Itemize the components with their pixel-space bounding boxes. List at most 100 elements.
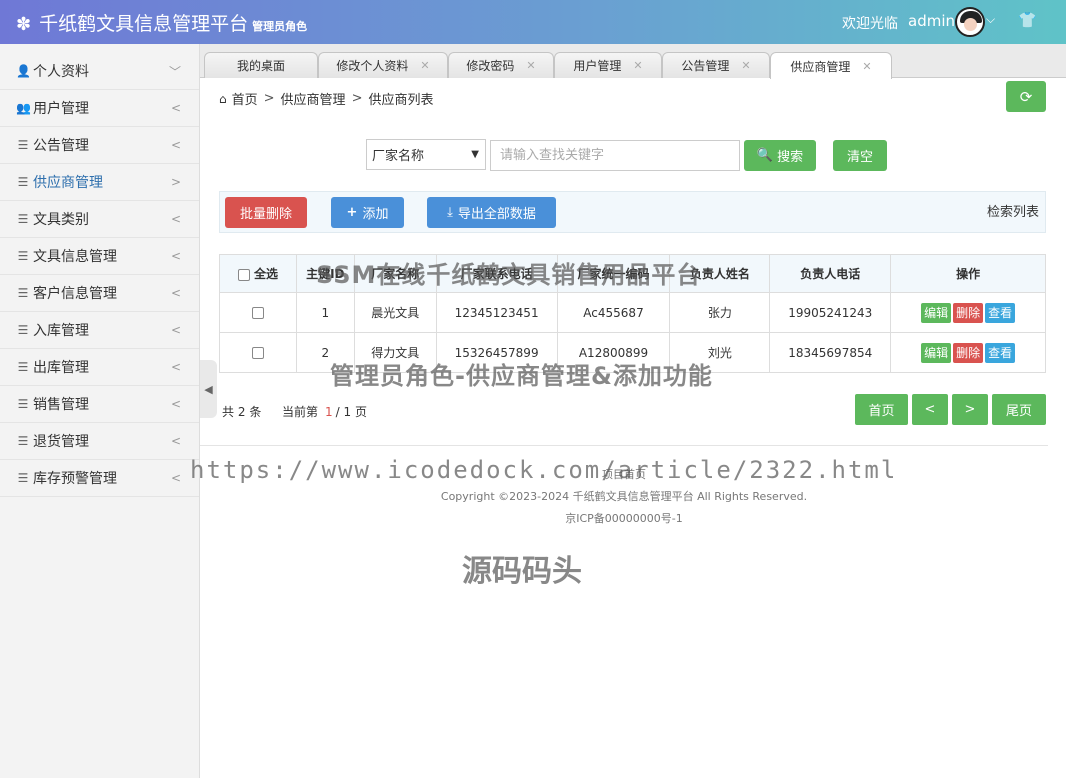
select-all-header[interactable]: 全选 — [219, 254, 297, 293]
footer-icp: 京ICP备00000000号-1 — [565, 512, 683, 525]
tab-user-management[interactable]: 用户管理 ✕ — [554, 52, 662, 78]
refresh-icon: ⟳ — [1019, 87, 1033, 106]
chevron-icon: > — [170, 175, 181, 189]
search-input[interactable] — [490, 140, 740, 171]
view-button[interactable]: 查看 — [985, 342, 1016, 363]
sidebar-item[interactable]: ☰ 文具类别 < — [0, 201, 199, 238]
sidebar-item-label: 个人资料 — [33, 64, 89, 80]
breadcrumb-current: 供应商列表 — [368, 93, 434, 108]
sidebar-item[interactable]: ☰ 客户信息管理 < — [0, 275, 199, 312]
close-icon[interactable]: ✕ — [526, 59, 535, 72]
footer-divider — [200, 445, 1048, 446]
footer-copyright: Copyright ©2023-2024 千纸鹤文具信息管理平台 All Rig… — [440, 490, 808, 503]
sidebar-item[interactable]: 👤 个人资料 ﹀ — [0, 53, 199, 90]
sidebar-item-label: 入库管理 — [33, 323, 89, 339]
breadcrumb-home[interactable]: 首页 — [232, 89, 258, 108]
last-page-button[interactable]: 尾页 — [992, 394, 1046, 425]
delete-button[interactable]: 删除 — [953, 302, 984, 323]
sidebar-item[interactable]: ☰ 公告管理 < — [0, 127, 199, 164]
close-icon[interactable]: ✕ — [420, 59, 429, 72]
sidebar-item-label: 客户信息管理 — [33, 286, 117, 302]
list-icon: ☰ — [17, 212, 29, 226]
role-label: 管理员角色 — [252, 20, 308, 33]
refresh-button[interactable]: ⟳ — [1006, 81, 1046, 112]
avatar[interactable] — [955, 7, 985, 37]
sidebar: 👤 个人资料 ﹀ 👥 用户管理 < ☰ 公告管理 < ☰ 供应商管理 > ☰ 文具类别 < ☰ 文具信息管理 < ☰… — [0, 44, 200, 778]
row-checkbox[interactable] — [251, 347, 264, 359]
tab-desktop[interactable]: 我的桌面 — [204, 52, 318, 78]
clear-button[interactable]: 清空 — [833, 140, 887, 171]
row-checkbox[interactable] — [251, 307, 264, 319]
search-button[interactable]: 🔍 搜索 — [744, 140, 816, 171]
sidebar-item-label: 库存预警管理 — [33, 471, 117, 487]
welcome-text: 欢迎光临 — [842, 16, 898, 32]
batch-delete-button[interactable]: 批量删除 — [225, 197, 307, 228]
username[interactable]: admin — [908, 12, 955, 30]
first-page-button[interactable]: 首页 — [855, 394, 908, 425]
close-icon[interactable]: ✕ — [633, 59, 642, 72]
sidebar-item-label: 文具信息管理 — [33, 249, 117, 265]
sidebar-collapse-toggle[interactable]: ◀ — [200, 360, 217, 418]
chevron-icon: < — [170, 212, 181, 226]
sidebar-item[interactable]: ☰ 供应商管理 > — [0, 164, 199, 201]
table-row: 1 晨光文具 12345123451 Ac455687 张力 199052412… — [219, 292, 1046, 333]
select-all-checkbox[interactable] — [237, 268, 250, 281]
sidebar-item[interactable]: ☰ 退货管理 < — [0, 423, 199, 460]
gear-icon: ✽ — [16, 14, 32, 35]
sidebar-item[interactable]: ☰ 销售管理 < — [0, 386, 199, 423]
sidebar-item-label: 供应商管理 — [33, 175, 103, 191]
sidebar-item-label: 销售管理 — [33, 397, 89, 413]
delete-button[interactable]: 删除 — [953, 342, 984, 363]
sidebar-item[interactable]: ☰ 出库管理 < — [0, 349, 199, 386]
close-icon[interactable]: ✕ — [741, 59, 750, 72]
cell-contact-phone: 19905241243 — [769, 292, 892, 333]
theme-shirt-icon[interactable]: 👕 — [1018, 11, 1037, 29]
app-title: 千纸鹤文具信息管理平台 — [39, 13, 249, 35]
sidebar-item-label: 公告管理 — [33, 138, 89, 154]
sidebar-item-label: 文具类别 — [33, 212, 89, 228]
next-page-button[interactable]: > — [952, 394, 988, 425]
breadcrumb: ⌂ 首页 > 供应商管理 > 供应商列表 — [219, 89, 433, 108]
sidebar-item[interactable]: ☰ 库存预警管理 < — [0, 460, 199, 497]
tab-edit-profile[interactable]: 修改个人资料 ✕ — [318, 52, 448, 78]
edit-button[interactable]: 编辑 — [921, 342, 952, 363]
plus-icon: + — [346, 205, 358, 220]
total-count: 共 2 条 — [222, 405, 262, 419]
list-icon: ☰ — [17, 471, 29, 485]
tab-change-password[interactable]: 修改密码 ✕ — [448, 52, 554, 78]
row-actions: 编辑 删除 查看 — [890, 332, 1046, 373]
chevron-icon: < — [170, 471, 181, 485]
chevron-down-icon[interactable]: ⌵ — [986, 12, 995, 27]
close-icon[interactable]: ✕ — [862, 60, 871, 73]
home-icon: ⌂ — [219, 91, 227, 106]
chevron-icon: ﹀ — [168, 64, 181, 79]
tab-notice-management[interactable]: 公告管理 ✕ — [662, 52, 770, 78]
edit-button[interactable]: 编辑 — [921, 302, 952, 323]
cell-vendor-phone: 12345123451 — [435, 292, 558, 333]
sidebar-item[interactable]: 👥 用户管理 < — [0, 90, 199, 127]
watermark-url: https://www.icodedock.com/article/2322.h… — [190, 456, 898, 484]
chevron-icon: < — [170, 397, 181, 411]
add-button[interactable]: + 添加 — [331, 197, 404, 228]
sidebar-item[interactable]: ☰ 入库管理 < — [0, 312, 199, 349]
export-all-button[interactable]: ⤓ 导出全部数据 — [427, 197, 556, 228]
list-icon: ☰ — [17, 175, 29, 189]
list-icon: ☰ — [17, 286, 29, 300]
chevron-icon: < — [170, 249, 181, 263]
search-list-label: 检索列表 — [986, 205, 1039, 220]
search-field-select[interactable]: 厂家名称 ▼ — [366, 139, 486, 170]
prev-page-button[interactable]: < — [912, 394, 948, 425]
sidebar-item[interactable]: ☰ 文具信息管理 < — [0, 238, 199, 275]
list-icon: ☰ — [17, 323, 29, 337]
search-icon: 🔍 — [756, 148, 774, 163]
sidebar-item-label: 出库管理 — [33, 360, 89, 376]
users-icon: 👥 — [16, 101, 31, 115]
view-button[interactable]: 查看 — [985, 302, 1016, 323]
tab-bar: 我的桌面 修改个人资料 ✕ 修改密码 ✕ 用户管理 ✕ 公告管理 ✕ 供应商管理 ✕ — [200, 44, 1066, 79]
tab-supplier-management[interactable]: 供应商管理 ✕ — [770, 52, 892, 79]
cell-id: 1 — [295, 292, 355, 333]
list-icon: ☰ — [17, 249, 29, 263]
list-icon: ☰ — [17, 360, 29, 374]
col-header: 操作 — [890, 254, 1046, 293]
breadcrumb-supplier[interactable]: 供应商管理 — [281, 89, 346, 108]
